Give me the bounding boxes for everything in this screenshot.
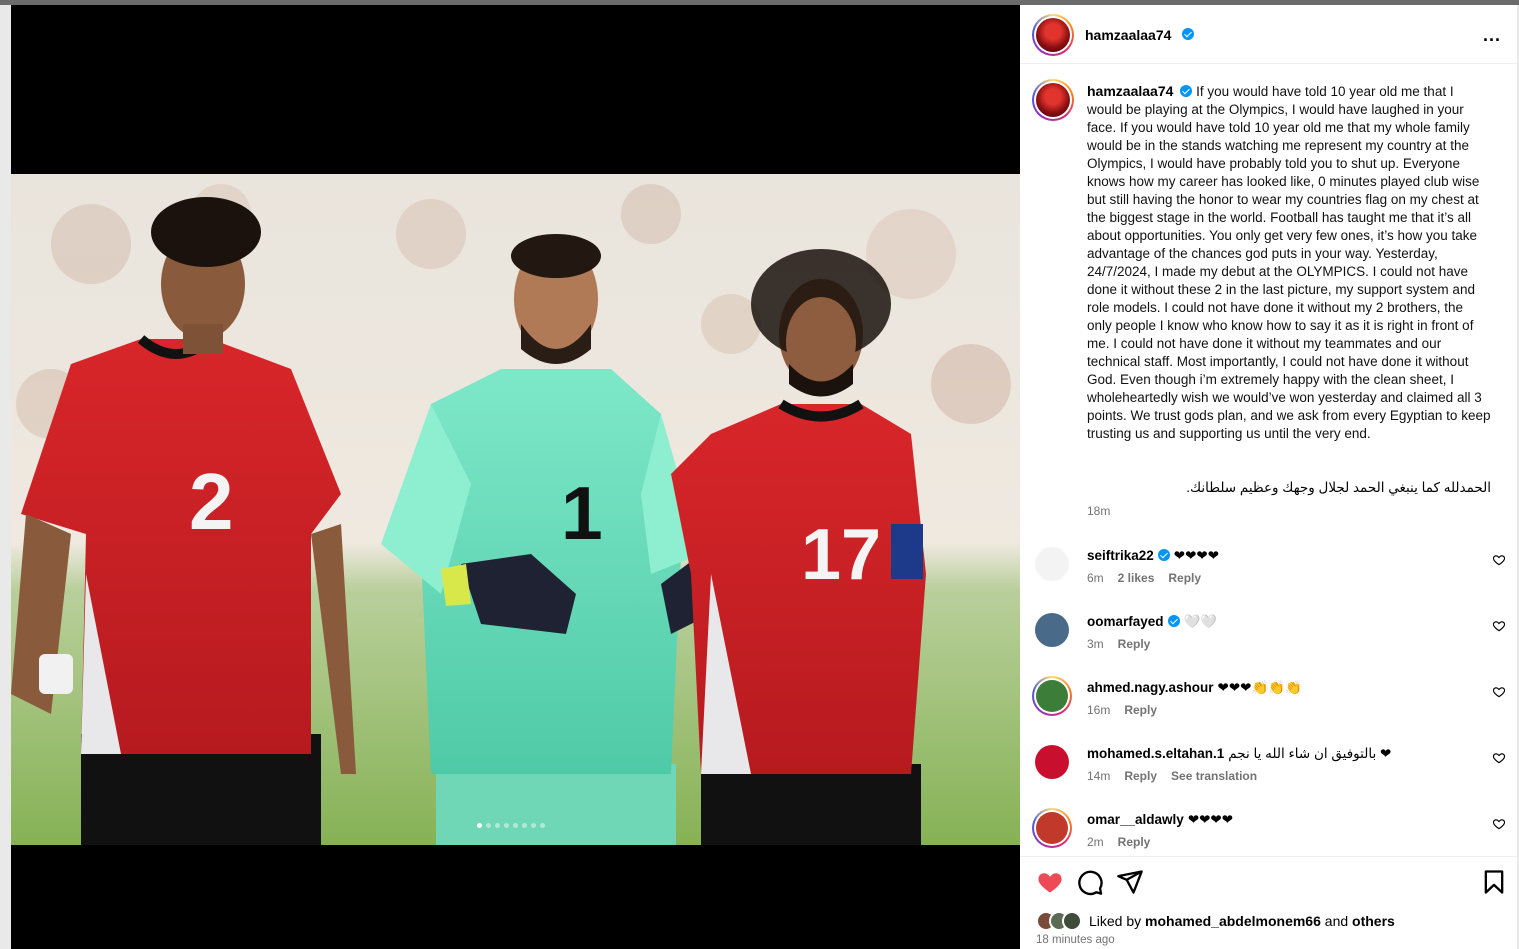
comment-like-heart-icon[interactable] — [1492, 619, 1506, 633]
comment-time: 3m — [1087, 637, 1104, 651]
save-bookmark-icon[interactable] — [1480, 868, 1508, 896]
liked-by-and: and — [1324, 913, 1349, 929]
comment-time: 6m — [1087, 571, 1104, 585]
comment-item: mohamed.s.eltahan.1 بالتوفيق ان شاء الله … — [1020, 745, 1517, 805]
verified-badge-icon — [1167, 615, 1180, 627]
verified-badge-icon — [1180, 85, 1193, 97]
comment-meta: 2m Reply — [1087, 835, 1164, 849]
commenter-avatar[interactable] — [1032, 808, 1072, 848]
more-options-icon[interactable]: ... — [1483, 25, 1501, 46]
comment-text-line: mohamed.s.eltahan.1 بالتوفيق ان شاء الله … — [1087, 745, 1391, 763]
likers-avatar-stack[interactable] — [1036, 911, 1082, 931]
post-side-panel: hamzaalaa74 ... hamzaalaa74 If you would… — [1020, 5, 1517, 949]
author-avatar[interactable] — [1032, 14, 1074, 56]
commenter-username[interactable]: mohamed.s.eltahan.1 — [1087, 746, 1224, 761]
comment-body: ❤❤❤❤ — [1173, 548, 1220, 563]
post-time-ago[interactable]: 18 minutes ago — [1036, 934, 1115, 946]
comment-text-line: oomarfayed 🤍🤍 — [1087, 613, 1217, 631]
caption-text: If you would have told 10 year old me th… — [1087, 84, 1491, 441]
comment-text-line: ahmed.nagy.ashour ❤❤❤👏👏👏 — [1087, 679, 1302, 697]
comment-item: seiftrika22 ❤❤❤❤ 6m 2 likes Reply — [1020, 547, 1517, 607]
player-1-number: 1 — [561, 471, 603, 555]
carousel-dot[interactable] — [531, 823, 536, 828]
player-2-number: 2 — [189, 457, 234, 546]
comment-item: omar__aldawly ❤❤❤❤ 2m Reply — [1020, 808, 1517, 856]
commenter-username[interactable]: oomarfayed — [1087, 614, 1164, 629]
comment-likes-count[interactable]: 2 likes — [1118, 571, 1155, 585]
comments-scroll-area[interactable]: hamzaalaa74 If you would have told 10 ye… — [1020, 65, 1517, 857]
liked-by-row[interactable]: Liked by mohamed_abdelmonem66 and others — [1036, 909, 1395, 933]
comment-time: 16m — [1087, 703, 1111, 717]
comment-reply-button[interactable]: Reply — [1118, 637, 1151, 651]
caption-timestamp[interactable]: 18m — [1087, 504, 1110, 518]
comment-text-line: omar__aldawly ❤❤❤❤ — [1087, 811, 1233, 829]
comment-text-line: seiftrika22 ❤❤❤❤ — [1087, 547, 1219, 565]
carousel-dot[interactable] — [495, 823, 500, 828]
comment-body: 🤍🤍 — [1183, 614, 1218, 629]
comment-bubble-icon[interactable] — [1076, 868, 1104, 896]
team-photo-image: 2 1 17 — [11, 174, 1020, 845]
commenter-avatar[interactable] — [1035, 547, 1069, 581]
carousel-dot[interactable] — [486, 823, 491, 828]
comment-body: بالتوفيق ان شاء الله يا نجم ❤ — [1228, 746, 1392, 761]
post-media[interactable]: 2 1 17 — [11, 5, 1020, 949]
comment-item: oomarfayed 🤍🤍 3m Reply — [1020, 613, 1517, 673]
liked-by-user-link[interactable]: mohamed_abdelmonem66 — [1145, 913, 1321, 929]
comment-like-heart-icon[interactable] — [1492, 685, 1506, 699]
like-heart-icon[interactable] — [1036, 868, 1064, 896]
commenter-avatar[interactable] — [1035, 613, 1069, 647]
commenter-username[interactable]: ahmed.nagy.ashour — [1087, 680, 1214, 695]
comment-meta: 6m 2 likes Reply — [1087, 571, 1215, 585]
carousel-dot[interactable] — [522, 823, 527, 828]
caption-arabic-text: الحمدلله كما ينبغي الحمد لجلال وجهك وعظي… — [1186, 480, 1491, 495]
comment-reply-button[interactable]: Reply — [1124, 769, 1157, 783]
verified-badge-icon — [1157, 549, 1170, 561]
player-17-number: 17 — [801, 515, 881, 595]
comment-like-heart-icon[interactable] — [1492, 817, 1506, 831]
comment-reply-button[interactable]: Reply — [1124, 703, 1157, 717]
commenter-username[interactable]: omar__aldawly — [1087, 812, 1184, 827]
liked-by-others-link[interactable]: others — [1352, 913, 1395, 929]
comment-like-heart-icon[interactable] — [1492, 751, 1506, 765]
carousel-dot[interactable] — [504, 823, 509, 828]
carousel-dot[interactable] — [477, 823, 482, 828]
comment-body: ❤❤❤👏👏👏 — [1217, 680, 1302, 695]
commenter-username[interactable]: seiftrika22 — [1087, 548, 1154, 563]
liked-by-text: Liked by mohamed_abdelmonem66 and others — [1089, 913, 1395, 929]
carousel-dots[interactable] — [477, 823, 545, 828]
see-translation-link[interactable]: See translation — [1171, 769, 1257, 783]
post-actions-bar — [1020, 858, 1517, 908]
carousel-dot[interactable] — [540, 823, 545, 828]
author-username[interactable]: hamzaalaa74 — [1085, 27, 1171, 43]
verified-badge-icon — [1182, 28, 1194, 40]
commenter-avatar[interactable] — [1032, 676, 1072, 716]
comment-time: 2m — [1087, 835, 1104, 849]
comment-like-heart-icon[interactable] — [1492, 553, 1506, 567]
caption-username[interactable]: hamzaalaa74 — [1087, 83, 1173, 99]
comment-reply-button[interactable]: Reply — [1168, 571, 1201, 585]
post-caption: hamzaalaa74 If you would have told 10 ye… — [1087, 82, 1491, 443]
comment-meta: 3m Reply — [1087, 637, 1164, 651]
comment-meta: 14m Reply See translation — [1087, 769, 1271, 783]
post-photo[interactable]: 2 1 17 — [11, 174, 1020, 845]
comment-time: 14m — [1087, 769, 1111, 783]
page-backdrop-left — [0, 5, 11, 949]
carousel-dot[interactable] — [513, 823, 518, 828]
caption-author-avatar[interactable] — [1032, 79, 1074, 121]
comment-item: ahmed.nagy.ashour ❤❤❤👏👏👏 16m Reply — [1020, 676, 1517, 739]
caption-arabic-line: الحمدلله كما ينبغي الحمد لجلال وجهك وعظي… — [1087, 479, 1491, 497]
share-send-icon[interactable] — [1116, 868, 1144, 896]
liked-by-prefix: Liked by — [1089, 913, 1142, 929]
comment-reply-button[interactable]: Reply — [1118, 835, 1151, 849]
post-header: hamzaalaa74 ... — [1020, 5, 1517, 64]
comment-body: ❤❤❤❤ — [1187, 812, 1234, 827]
comment-meta: 16m Reply — [1087, 703, 1171, 717]
commenter-avatar[interactable] — [1035, 745, 1069, 779]
